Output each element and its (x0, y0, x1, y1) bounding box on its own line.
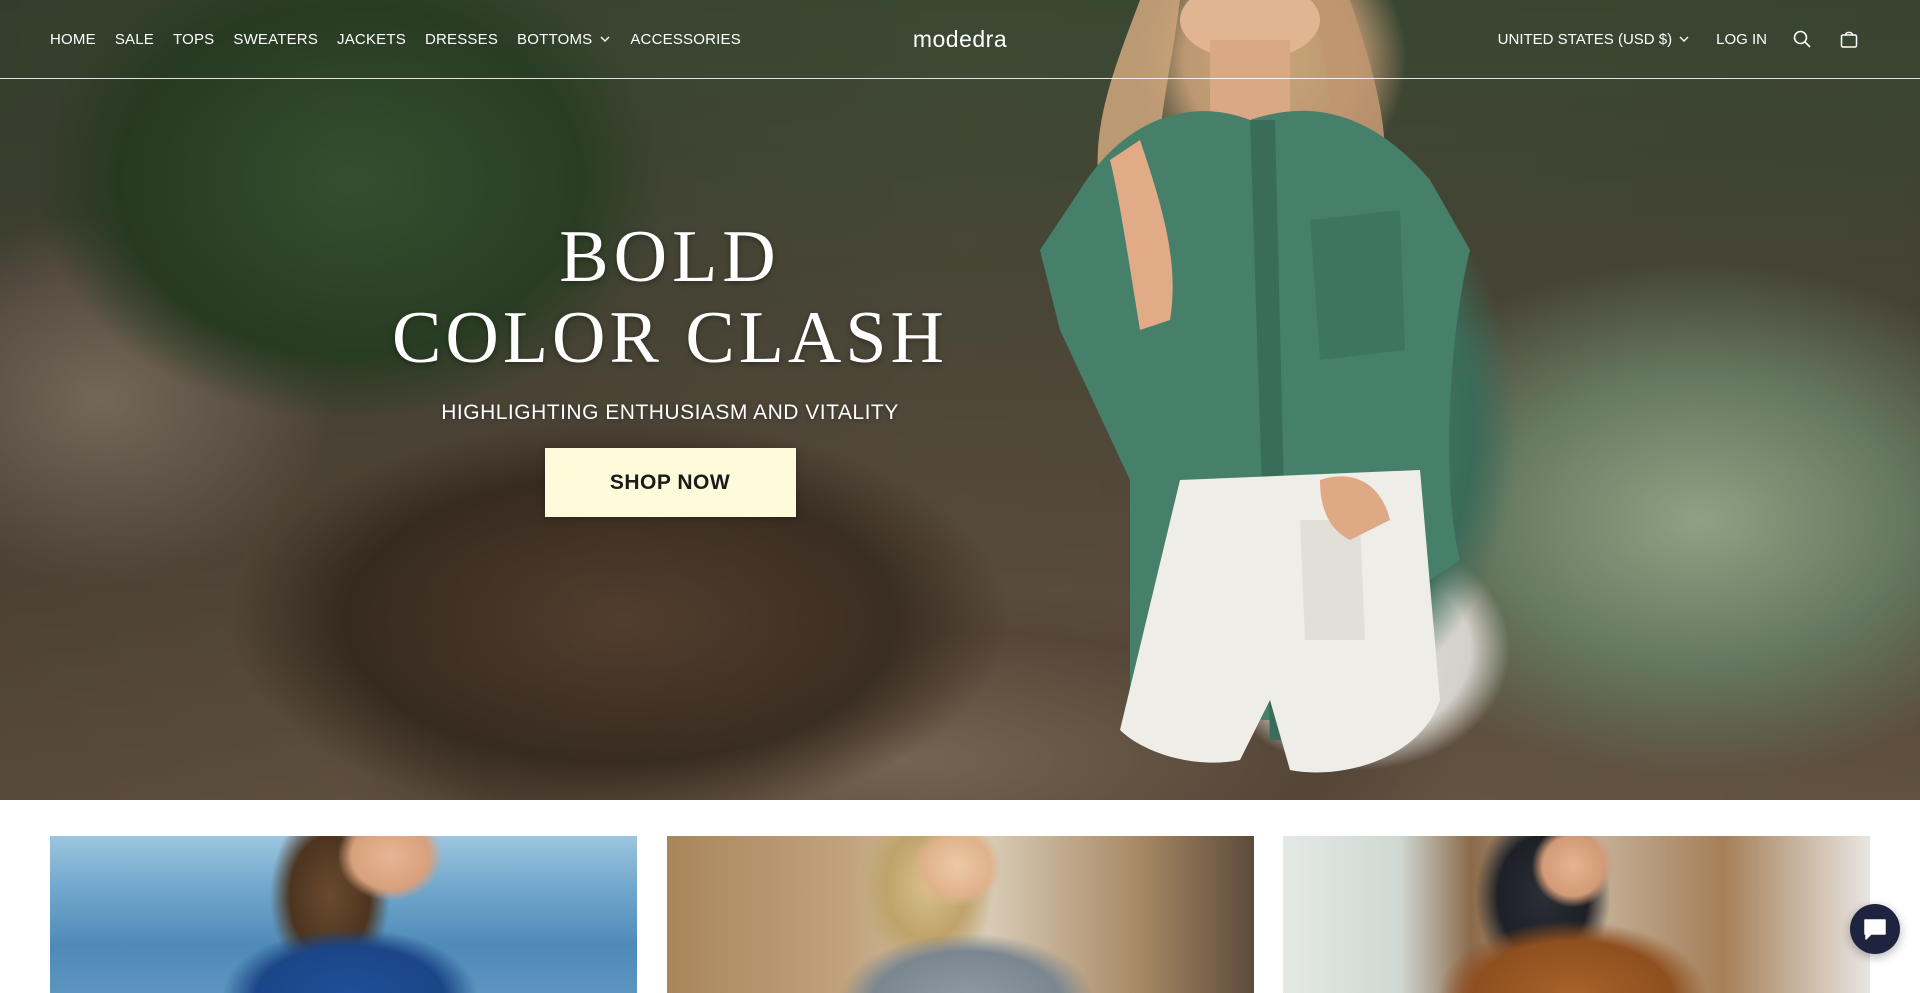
chat-bubble-icon (1864, 919, 1886, 940)
collection-card-image[interactable] (1283, 836, 1870, 993)
nav-item-tops[interactable]: TOPS (173, 31, 214, 48)
collection-grid (50, 836, 1870, 993)
shop-now-button[interactable]: SHOP NOW (544, 448, 796, 517)
search-icon (1793, 30, 1811, 48)
chevron-down-icon (1679, 36, 1689, 42)
collection-card-image[interactable] (50, 836, 637, 993)
nav-item-label: BOTTOMS (517, 30, 593, 48)
nav-item-sale[interactable]: SALE (115, 31, 154, 48)
login-label: LOG IN (1716, 30, 1767, 48)
chevron-down-icon (600, 36, 610, 42)
country-selector[interactable]: UNITED STATES (USD $) (1498, 31, 1690, 48)
nav-item-label: DRESSES (424, 30, 499, 48)
collection-card-image[interactable] (667, 836, 1254, 993)
nav-item-home[interactable]: HOME (50, 31, 96, 48)
hero-headline-line-1: BOLD (559, 216, 781, 298)
header-utilities: UNITED STATES (USD $) LOG IN (1498, 0, 1860, 78)
nav-item-label: SALE (114, 30, 154, 48)
cart-button[interactable] (1838, 28, 1860, 50)
nav-item-label: ACCESSORIES (630, 30, 741, 48)
nav-item-label: SWEATERS (233, 30, 319, 48)
shopping-bag-icon (1840, 31, 1858, 48)
nav-item-dresses[interactable]: DRESSES (425, 31, 498, 48)
chat-button[interactable] (1850, 904, 1900, 954)
nav-item-jackets[interactable]: JACKETS (337, 31, 406, 48)
logo-text[interactable]: modedra (913, 26, 1007, 53)
hero-subtitle: HIGHLIGHTING ENTHUSIASM AND VITALITY (441, 401, 899, 424)
search-button[interactable] (1791, 28, 1813, 50)
nav-item-label: HOME (50, 30, 96, 48)
nav-item-accessories[interactable]: ACCESSORIES (630, 31, 741, 48)
nav-item-label: TOPS (172, 30, 215, 48)
login-link[interactable]: LOG IN (1716, 31, 1767, 48)
nav-item-bottoms[interactable]: BOTTOMS (517, 31, 611, 48)
hero-copy: BOLD COLOR CLASH HIGHLIGHTING ENTHUSIASM… (370, 220, 970, 517)
nav-item-label: JACKETS (337, 30, 406, 48)
hero-headline-line-2: COLOR CLASH (392, 297, 948, 379)
country-label: UNITED STATES (USD $) (1497, 30, 1673, 48)
site-header: HOME SALE TOPS SWEATERS JACKETS DRESSES … (0, 0, 1920, 79)
main-nav: HOME SALE TOPS SWEATERS JACKETS DRESSES … (50, 0, 760, 78)
nav-item-sweaters[interactable]: SWEATERS (233, 31, 318, 48)
